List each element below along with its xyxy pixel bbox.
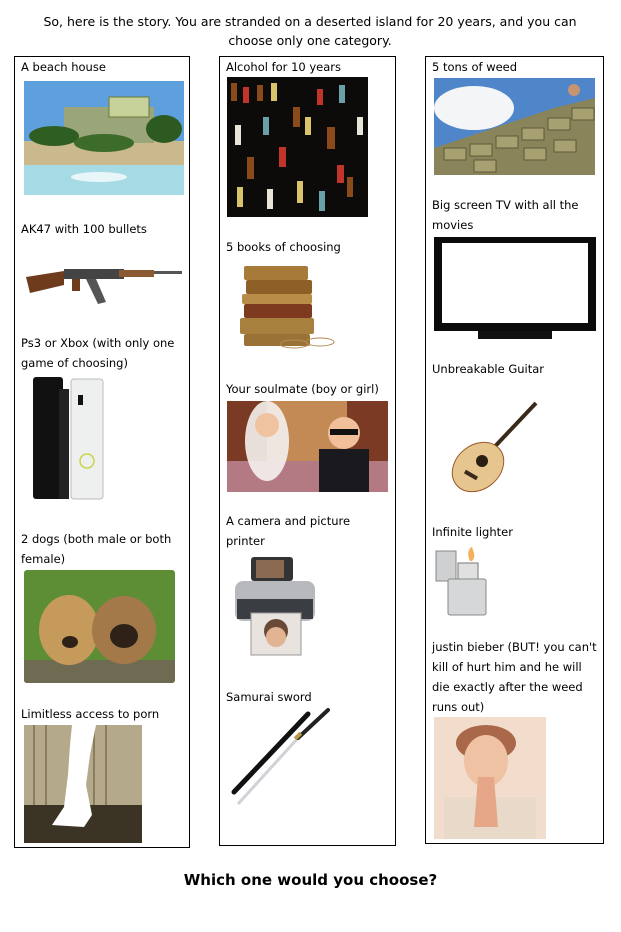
puppies-image	[24, 570, 175, 683]
item-label: Ps3 or Xbox (with only one game of choos…	[21, 336, 175, 370]
item-label: Unbreakable Guitar	[432, 362, 545, 376]
item-label: 5 books of choosing	[226, 240, 341, 254]
censored-silhouette-image	[24, 725, 142, 843]
item-label: 2 dogs (both male or both female)	[21, 532, 172, 566]
lighter-image	[434, 547, 490, 617]
katana-image	[228, 708, 333, 808]
bale-stack-image	[434, 78, 595, 175]
item-label: 5 tons of weed	[432, 60, 518, 74]
item-label: Big screen TV with all the movies	[432, 198, 579, 232]
item-label: Infinite lighter	[432, 525, 513, 539]
liquor-bottles-image	[227, 77, 368, 217]
item-label: A camera and picture printer	[226, 514, 351, 548]
book-stack-image	[234, 262, 344, 352]
acoustic-guitar-image	[440, 397, 540, 497]
game-consoles-image	[29, 375, 107, 501]
item-label: A beach house	[21, 60, 106, 74]
intro-text: So, here is the story. You are stranded …	[43, 14, 577, 48]
photo-printer-image	[231, 553, 319, 661]
item-label: Your soulmate (boy or girl)	[226, 382, 379, 396]
portrait-photo-image	[434, 717, 546, 839]
column-1: A beach house AK47 with 100 bullets Ps3 …	[14, 56, 190, 848]
column-2: Alcohol for 10 years 5 books of choosing…	[219, 56, 396, 846]
wedding-couple-image	[227, 401, 388, 492]
beach-house-image	[24, 81, 184, 195]
item-label: AK47 with 100 bullets	[21, 222, 147, 236]
television-image	[434, 237, 596, 339]
column-3: 5 tons of weed Big screen TV with all th…	[425, 56, 604, 844]
item-label: Alcohol for 10 years	[226, 60, 341, 74]
ak47-rifle-image	[24, 257, 184, 307]
item-label: justin bieber (BUT! you can't kill of hu…	[432, 640, 597, 714]
item-label: Samurai sword	[226, 690, 312, 704]
closing-question: Which one would you choose?	[183, 871, 438, 889]
item-label: Limitless access to porn	[21, 707, 160, 721]
